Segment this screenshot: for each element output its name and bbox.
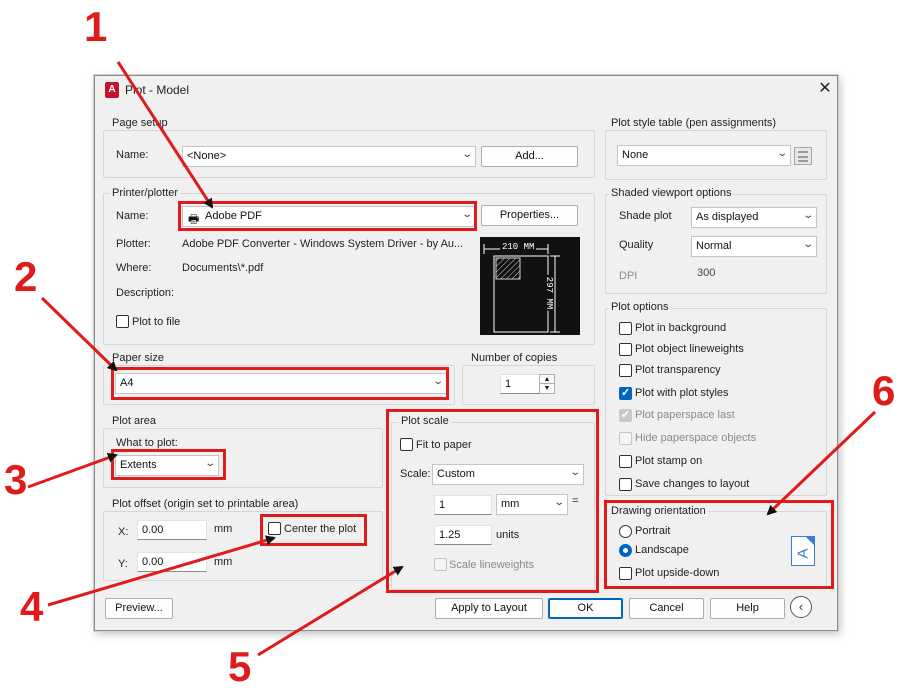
- annotation-box-drawing-orientation: [604, 500, 834, 589]
- page-setup-label: Page setup: [110, 117, 170, 129]
- plot-object-lineweights-checkbox[interactable]: [619, 343, 632, 356]
- callout-number: 4: [20, 583, 44, 630]
- shade-plot-value: As displayed: [696, 211, 759, 223]
- plot-with-plot-styles-checkbox[interactable]: [619, 386, 632, 400]
- paper-width-dimension: 210 MM: [500, 242, 537, 252]
- quality-dropdown[interactable]: Normal ⌄: [691, 236, 817, 257]
- chevron-down-icon: ⌄: [460, 149, 473, 160]
- offset-x-label: X:: [118, 526, 129, 538]
- help-button[interactable]: Help: [710, 598, 785, 619]
- plot-option-label: Plot transparency: [635, 364, 721, 376]
- plot-offset-label: Plot offset (origin set to printable are…: [110, 498, 301, 510]
- annotation-box-paper-size: [111, 367, 449, 400]
- shade-plot-dropdown[interactable]: As displayed ⌄: [691, 207, 817, 228]
- chevron-down-icon: ⌄: [801, 239, 814, 250]
- callout-number: 5: [228, 643, 252, 690]
- dpi-value: 300: [697, 267, 716, 279]
- shaded-viewport-label: Shaded viewport options: [609, 187, 734, 199]
- annotation-box-plot-scale: [386, 409, 599, 593]
- autocad-app-icon: A: [105, 82, 119, 98]
- copies-input[interactable]: 1: [500, 374, 540, 394]
- collapse-options-icon[interactable]: ‹: [790, 596, 812, 618]
- plot-to-file-checkbox[interactable]: [116, 315, 129, 328]
- plot-option-label: Plot paperspace last: [635, 409, 735, 421]
- where-label: Where:: [116, 262, 152, 274]
- close-icon[interactable]: ✕: [815, 79, 835, 99]
- callout-number: 2: [14, 253, 38, 300]
- plot-stamp-on-checkbox[interactable]: [619, 455, 632, 468]
- callout-number: 3: [4, 456, 28, 503]
- printer-name-label: Name:: [116, 210, 149, 222]
- chevron-down-icon: ⌄: [775, 148, 788, 159]
- offset-x-unit: mm: [214, 523, 233, 535]
- add-page-setup-button[interactable]: Add...: [481, 146, 578, 167]
- plot-to-file-label: Plot to file: [132, 316, 181, 328]
- shade-plot-label: Shade plot: [619, 210, 672, 222]
- annotation-box-what-to-plot: [111, 449, 226, 480]
- window-title: Plot - Model: [125, 83, 190, 97]
- spin-up-icon[interactable]: ▲: [540, 375, 554, 384]
- page-setup-name-label: Name:: [116, 149, 149, 161]
- cancel-button[interactable]: Cancel: [629, 598, 704, 619]
- plot-transparency-checkbox[interactable]: [619, 364, 632, 377]
- dpi-label: DPI: [619, 270, 638, 282]
- offset-x-input[interactable]: 0.00: [137, 520, 207, 540]
- paper-height-dimension: 297 MM: [544, 274, 555, 312]
- offset-y-label: Y:: [118, 558, 128, 570]
- offset-y-unit: mm: [214, 556, 233, 568]
- preview-button[interactable]: Preview...: [105, 598, 173, 619]
- plot-options-label: Plot options: [609, 301, 671, 313]
- plot-option-label: Plot stamp on: [635, 455, 703, 467]
- paper-preview: 210 MM 297 MM: [480, 237, 580, 335]
- plotter-value: Adobe PDF Converter - Windows System Dri…: [182, 238, 464, 250]
- quality-value: Normal: [696, 240, 732, 252]
- offset-y-input[interactable]: 0.00: [137, 552, 207, 572]
- what-to-plot-label: What to plot:: [116, 437, 178, 449]
- properties-button[interactable]: Properties...: [481, 205, 578, 226]
- annotation-box-printer-name: [178, 201, 477, 231]
- annotation-box-center-plot: [260, 514, 367, 546]
- plot-option-label: Hide paperspace objects: [635, 432, 757, 444]
- plot-style-table-dropdown[interactable]: None ⌄: [617, 145, 791, 166]
- quality-label: Quality: [619, 239, 654, 251]
- plotter-label: Plotter:: [116, 238, 151, 250]
- plot-option-label: Plot with plot styles: [635, 387, 729, 399]
- plot-option-label: Plot in background: [635, 322, 727, 334]
- page-setup-name-value: <None>: [187, 150, 227, 162]
- plot-option-label: Plot object lineweights: [635, 343, 744, 355]
- plot-in-background-checkbox[interactable]: [619, 322, 632, 335]
- save-changes-to-layout-checkbox[interactable]: [619, 478, 632, 491]
- edit-plot-style-icon[interactable]: [794, 147, 812, 165]
- title-bar[interactable]: A Plot - Model ✕: [95, 76, 837, 104]
- plot-style-table-value: None: [622, 149, 649, 161]
- ok-button[interactable]: OK: [548, 598, 623, 619]
- chevron-down-icon: ⌄: [801, 210, 814, 221]
- plot-paperspace-last-checkbox[interactable]: [619, 408, 632, 422]
- printer-plotter-label: Printer/plotter: [110, 187, 181, 199]
- plot-option-label: Save changes to layout: [635, 478, 750, 490]
- callout-number: 1: [84, 3, 108, 50]
- spin-down-icon[interactable]: ▼: [540, 384, 554, 393]
- description-label: Description:: [116, 287, 175, 299]
- page-setup-name-dropdown[interactable]: <None> ⌄: [182, 146, 476, 167]
- where-value: Documents\*.pdf: [182, 262, 264, 274]
- plot-area-label: Plot area: [110, 415, 159, 427]
- paper-size-label: Paper size: [110, 352, 166, 364]
- callout-number: 6: [872, 367, 896, 414]
- apply-to-layout-button[interactable]: Apply to Layout: [435, 598, 543, 619]
- plot-options-group: [605, 308, 827, 496]
- plot-style-table-label: Plot style table (pen assignments): [609, 117, 779, 129]
- copies-spinner[interactable]: ▲ ▼: [539, 374, 555, 394]
- copies-label: Number of copies: [469, 352, 560, 364]
- hide-paperspace-objects-checkbox[interactable]: [619, 432, 632, 445]
